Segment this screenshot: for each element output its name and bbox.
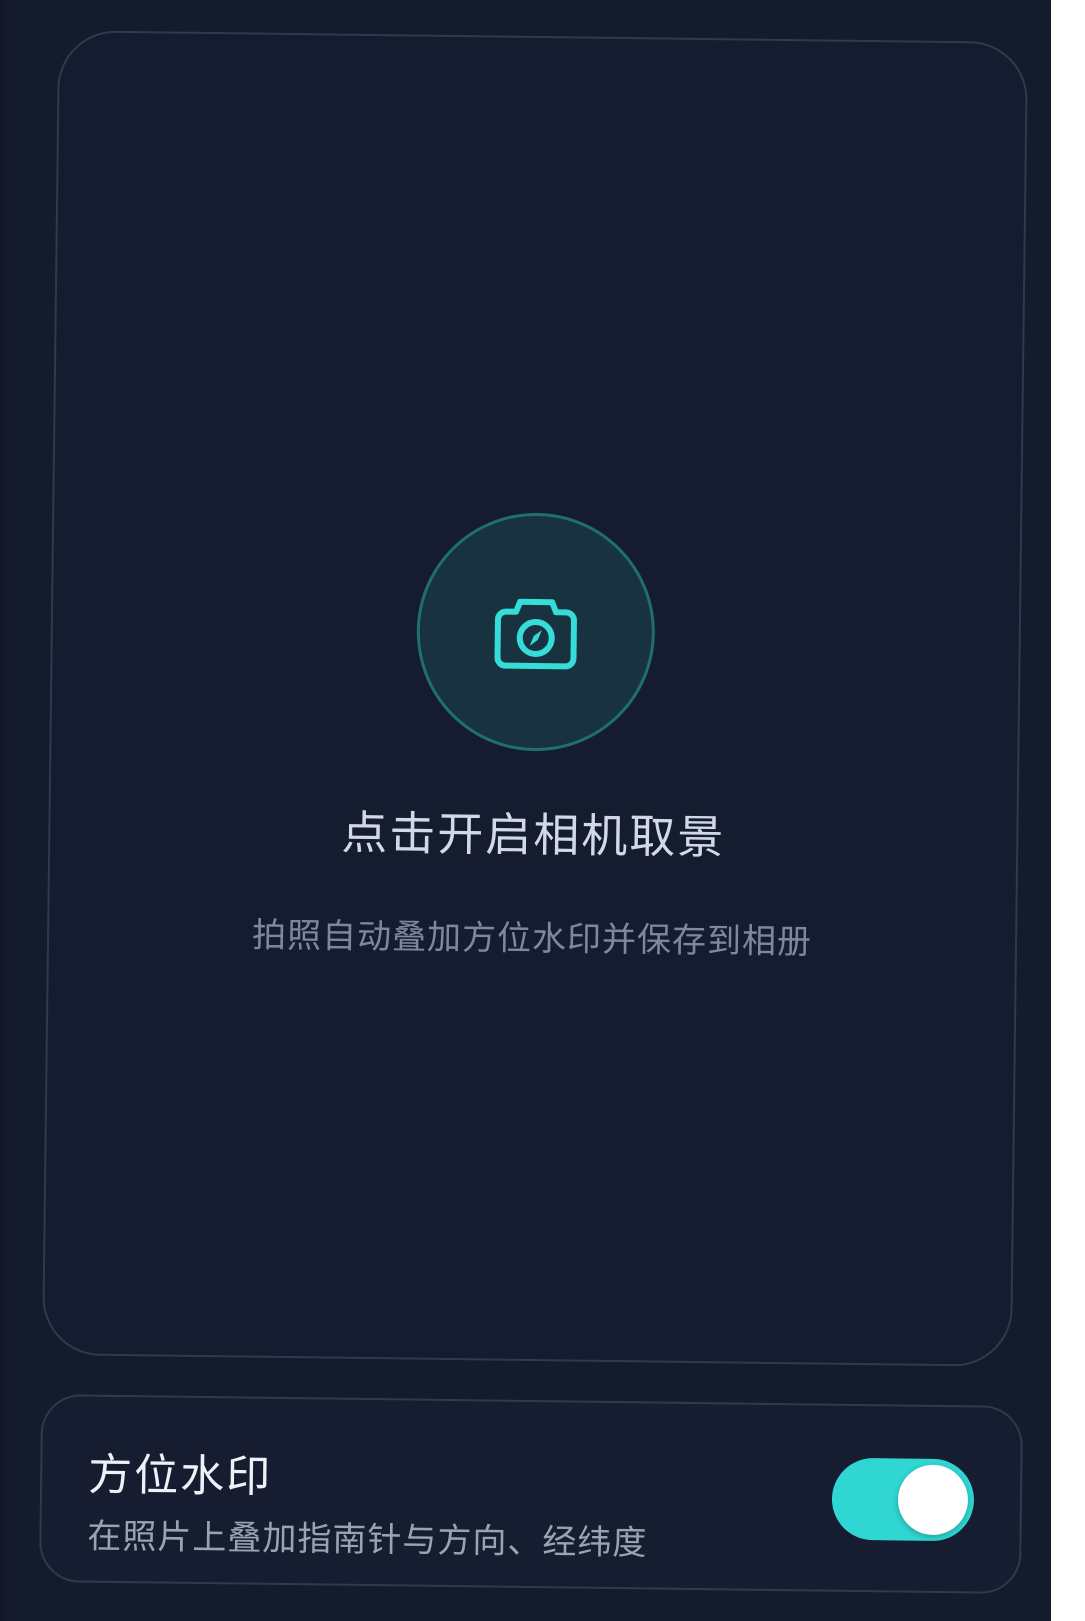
camera-icon bbox=[494, 598, 577, 670]
page-edge-shadow bbox=[0, 0, 8, 1621]
toggle-knob bbox=[897, 1464, 969, 1536]
page-edge-margin bbox=[1051, 0, 1085, 1621]
watermark-setting-card: 方位水印 在照片上叠加指南针与方向、经纬度 bbox=[38, 1394, 1024, 1594]
watermark-setting-description: 在照片上叠加指南针与方向、经纬度 bbox=[87, 1516, 648, 1564]
open-camera-subtitle: 拍照自动叠加方位水印并保存到相册 bbox=[251, 915, 813, 963]
camera-viewfinder-area[interactable]: 点击开启相机取景 拍照自动叠加方位水印并保存到相册 bbox=[41, 30, 1029, 1367]
watermark-setting-title: 方位水印 bbox=[87, 1449, 273, 1503]
open-camera-title: 点击开启相机取景 bbox=[341, 805, 726, 865]
open-camera-button[interactable] bbox=[415, 511, 657, 753]
open-camera-prompt[interactable]: 点击开启相机取景 拍照自动叠加方位水印并保存到相册 bbox=[82, 508, 987, 966]
watermark-toggle[interactable] bbox=[831, 1457, 975, 1542]
